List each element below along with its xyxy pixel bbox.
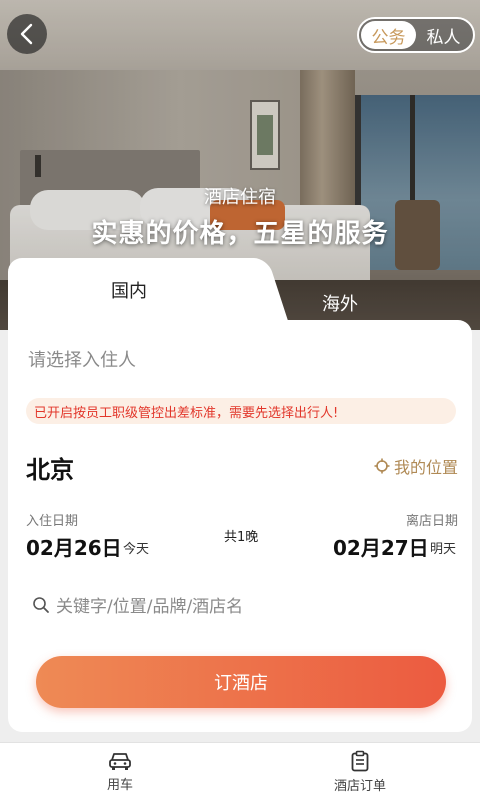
my-location-label: 我的位置 <box>393 458 458 477</box>
book-hotel-button[interactable]: 订酒店 <box>36 656 446 708</box>
crosshair-icon <box>374 458 390 474</box>
search-placeholder: 关键字/位置/品牌/酒店名 <box>56 597 244 617</box>
trip-type-toggle[interactable]: 公务 私人 <box>357 17 475 53</box>
tab-domestic[interactable]: 国内 <box>8 258 250 322</box>
checkin-label: 入住日期 <box>26 514 79 529</box>
nav-car-label: 用车 <box>106 777 133 793</box>
search-icon <box>33 596 49 613</box>
booking-card: 海外 请选择入住人 已开启按员工职级管控出差标准，需要先选择出行人! 北京 我的… <box>8 258 472 732</box>
back-button[interactable] <box>7 14 47 54</box>
checkout-date[interactable]: 02月27日 <box>333 532 429 561</box>
hotel-search-input[interactable]: 关键字/位置/品牌/酒店名 <box>32 592 243 617</box>
checkin-date[interactable]: 02月26日 <box>26 532 122 561</box>
nights-count: 共1晚 <box>224 530 259 545</box>
toggle-personal[interactable]: 私人 <box>416 21 471 49</box>
city-selector[interactable]: 北京 <box>26 450 74 485</box>
checkin-day: 今天 <box>123 542 150 557</box>
car-icon <box>109 752 131 770</box>
checkout-day: 明天 <box>430 542 457 557</box>
policy-warning: 已开启按员工职级管控出差标准，需要先选择出行人! <box>26 398 456 424</box>
guest-select-input[interactable]: 请选择入住人 <box>28 346 136 372</box>
clipboard-icon <box>351 750 369 771</box>
my-location-button[interactable]: 我的位置 <box>374 454 458 478</box>
hero-title: 实惠的价格，五星的服务 <box>91 219 389 249</box>
hero-subtitle: 酒店住宿 <box>204 187 276 208</box>
checkout-label: 离店日期 <box>405 514 458 529</box>
toggle-business[interactable]: 公务 <box>361 21 416 49</box>
nav-car[interactable]: 用车 <box>0 743 240 800</box>
chevron-left-icon <box>20 23 33 45</box>
bottom-nav: 用车 酒店订单 <box>0 742 480 800</box>
nav-hotel-orders-label: 酒店订单 <box>333 778 386 794</box>
booking-form: 请选择入住人 已开启按员工职级管控出差标准，需要先选择出行人! 北京 我的位置 … <box>8 320 472 732</box>
nav-hotel-orders[interactable]: 酒店订单 <box>240 743 480 800</box>
